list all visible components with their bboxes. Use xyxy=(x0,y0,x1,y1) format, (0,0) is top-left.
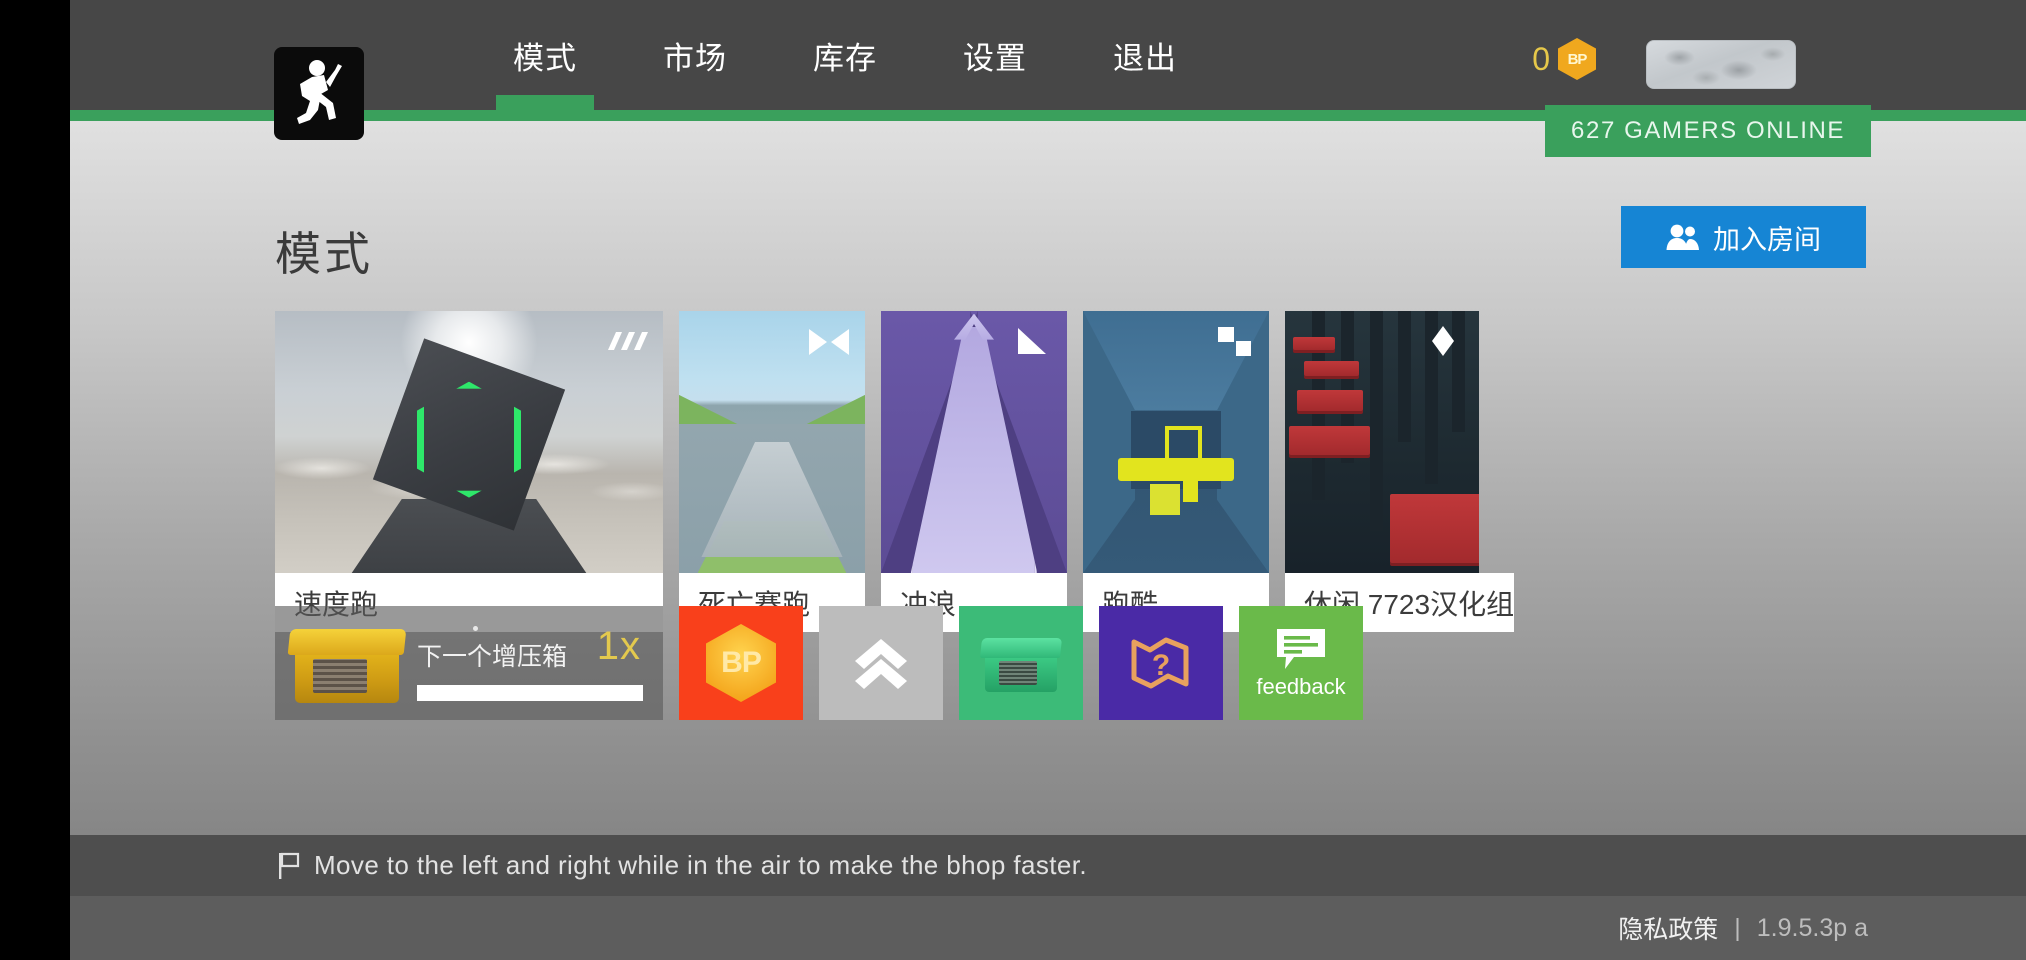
currency-display[interactable]: 0 BP xyxy=(1532,38,1596,80)
red-slab xyxy=(1296,389,1363,411)
version-label: 1.9.5.3p a xyxy=(1756,913,1868,942)
mode-card-parkour[interactable]: 跑酷 xyxy=(1083,311,1269,632)
mode-thumb-speedrun xyxy=(275,311,663,573)
boost-tile[interactable] xyxy=(819,606,943,720)
flag-icon xyxy=(279,852,300,879)
nav-item-inventory[interactable]: 库存 xyxy=(770,0,920,110)
map-tile[interactable]: ? xyxy=(1099,606,1223,720)
next-crate-panel[interactable]: 下一个增压箱 1x xyxy=(275,606,663,720)
red-slab xyxy=(1288,426,1371,456)
mode-card-speedrun[interactable]: 速度跑 xyxy=(275,311,663,632)
nav-item-inventory-label: 库存 xyxy=(813,40,877,76)
red-slab xyxy=(1304,360,1359,377)
svg-text:?: ? xyxy=(1152,649,1170,682)
yellow-stub xyxy=(1183,478,1199,503)
pillar xyxy=(1397,311,1411,442)
join-room-button[interactable]: 加入房间 xyxy=(1621,206,1866,268)
red-slab xyxy=(1292,337,1336,351)
currency-amount: 0 xyxy=(1532,41,1550,77)
feedback-label: feedback xyxy=(1256,674,1346,699)
bp-hex-icon: BP xyxy=(1558,38,1596,80)
footer-separator: | xyxy=(1734,913,1741,942)
feedback-tile[interactable]: feedback xyxy=(1239,606,1363,720)
nav-item-settings[interactable]: 设置 xyxy=(920,0,1070,110)
mode-thumb-surf xyxy=(881,311,1067,573)
nav-item-market-label: 市场 xyxy=(663,40,727,76)
game-lobby-app: 模式 市场 库存 设置 退出 0 BP 627 GAMERS ONLINE 模式… xyxy=(70,0,2026,960)
page-title: 模式 xyxy=(275,228,373,280)
crate-progress-fill xyxy=(417,684,643,701)
footer-bar: 隐私政策 | 1.9.5.3p a xyxy=(70,896,2026,960)
crate-tile[interactable] xyxy=(959,606,1083,720)
mode-card-deathrace[interactable]: 死亡赛跑 xyxy=(679,311,865,632)
nav-item-exit[interactable]: 退出 xyxy=(1070,0,1220,110)
crate-marker-dot xyxy=(473,625,478,631)
mode-thumb-parkour xyxy=(1083,311,1269,573)
mode-thumb-deathrace xyxy=(679,311,865,573)
people-icon xyxy=(1666,224,1699,250)
bottom-action-row: 下一个增压箱 1x BP ? feedback xyxy=(275,606,1363,720)
main-content: 模式 加入房间 速度跑 死亡赛跑 冲浪 跑酷 休闲 7723汉化组 下一个增压箱… xyxy=(70,121,2026,835)
crate-progress-bar xyxy=(417,684,643,701)
nav-item-market[interactable]: 市场 xyxy=(620,0,770,110)
nav-item-modes-label: 模式 xyxy=(513,40,577,76)
mode-card-surf[interactable]: 冲浪 xyxy=(881,311,1067,632)
avatar-placeholder[interactable] xyxy=(1646,40,1796,89)
running-figure-logo-icon xyxy=(297,59,342,124)
nav-item-settings-label: 设置 xyxy=(963,40,1027,76)
app-logo[interactable] xyxy=(274,47,364,140)
green-crate-icon xyxy=(979,632,1063,694)
yellow-cube xyxy=(1149,483,1180,516)
mode-card-casual[interactable]: 休闲 7723汉化组 xyxy=(1285,311,1515,632)
hourglass-icon xyxy=(806,324,852,360)
mode-card-list: 速度跑 死亡赛跑 冲浪 跑酷 休闲 7723汉化组 xyxy=(275,311,1515,632)
speed-bars-icon xyxy=(604,324,650,360)
triangle-ramp-icon xyxy=(1008,324,1054,360)
double-chevron-up-icon xyxy=(855,639,907,689)
bp-tile[interactable]: BP xyxy=(679,606,803,720)
pillar xyxy=(1451,311,1465,432)
nav-item-exit-label: 退出 xyxy=(1113,40,1177,76)
nav-links: 模式 市场 库存 设置 退出 xyxy=(470,0,1220,110)
pillar xyxy=(1424,311,1438,484)
pillar xyxy=(1370,311,1384,532)
bp-hex-icon: BP xyxy=(706,624,776,702)
tip-text: Move to the left and right while in the … xyxy=(314,850,1087,880)
speech-bubble-icon xyxy=(1277,629,1325,669)
map-question-icon: ? xyxy=(1131,637,1189,689)
crate-multiplier: 1x xyxy=(596,624,641,668)
yellow-platform-bar xyxy=(1118,457,1234,482)
nav-item-modes[interactable]: 模式 xyxy=(470,0,620,110)
red-slab xyxy=(1389,494,1479,563)
yellow-crate-icon xyxy=(285,617,409,709)
online-count-badge: 627 GAMERS ONLINE xyxy=(1545,105,1871,157)
tip-bar: Move to the left and right while in the … xyxy=(70,835,2026,896)
join-room-label: 加入房间 xyxy=(1713,224,1821,255)
mode-thumb-casual xyxy=(1285,311,1479,573)
privacy-policy-link[interactable]: 隐私政策 xyxy=(1618,910,1718,946)
screen-letterbox: 模式 市场 库存 设置 退出 0 BP 627 GAMERS ONLINE 模式… xyxy=(0,0,2026,960)
top-navbar: 模式 市场 库存 设置 退出 0 BP 627 GAMERS ONLINE xyxy=(70,0,2026,157)
